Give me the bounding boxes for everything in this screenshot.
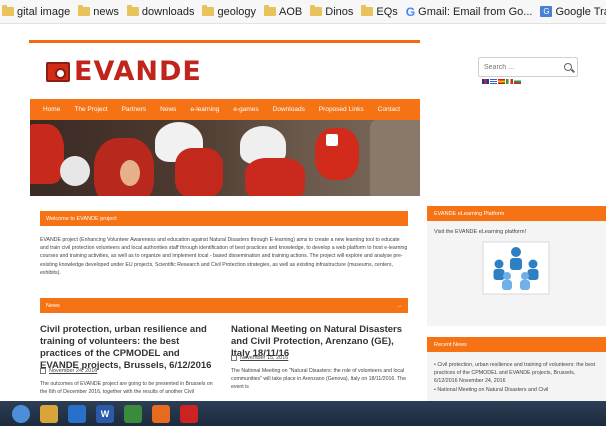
app-icon-red[interactable] <box>180 404 198 423</box>
search-icon[interactable] <box>564 63 572 71</box>
folder-icon <box>310 5 323 16</box>
calendar-icon <box>231 355 237 361</box>
bookmark-label: Google Translate <box>555 5 606 18</box>
search-input[interactable] <box>484 63 554 71</box>
elearning-heading: EVANDE eLearning Platform <box>427 206 606 221</box>
nav-item-the-project[interactable]: The Project <box>67 99 114 120</box>
post-date-1[interactable]: November 24, 2016 <box>40 368 97 374</box>
elearning-widget: EVANDE eLearning Platform Visit the EVAN… <box>427 206 606 326</box>
calendar-icon <box>40 368 46 374</box>
bookmark-label: news <box>93 5 119 18</box>
nav-item-contact[interactable]: Contact <box>371 99 407 120</box>
app-icon[interactable] <box>124 404 142 423</box>
bookmark-label: Dinos <box>325 5 354 18</box>
flag-uk-icon[interactable] <box>482 79 489 84</box>
site-logo[interactable]: EVANDE <box>46 56 202 87</box>
nav-item-home[interactable]: Home <box>36 99 67 120</box>
language-flags[interactable] <box>482 79 521 84</box>
post-title-1[interactable]: Civil protection, urban resilience and t… <box>40 324 218 372</box>
folder-icon <box>202 5 215 16</box>
word-icon[interactable]: W <box>96 404 114 423</box>
file-explorer-icon[interactable] <box>40 404 58 423</box>
nav-item-e-learning[interactable]: e-learning <box>183 99 226 120</box>
recent-news-item-text[interactable]: Civil protection, urban resilience and t… <box>434 362 595 384</box>
folder-icon <box>78 5 91 16</box>
bookmark-label: gital image <box>17 5 71 18</box>
news-heading-bar[interactable]: News → <box>40 298 408 313</box>
bookmark-item[interactable]: EQs <box>361 5 398 18</box>
nav-item-news[interactable]: News <box>153 99 183 120</box>
welcome-text: EVANDE project (Enhancing Volunteer Awar… <box>40 237 408 276</box>
flag-greece-icon[interactable] <box>490 79 497 84</box>
taskbar: W <box>0 401 606 426</box>
bookmark-label: Gmail: Email from Go... <box>418 5 533 18</box>
elearning-people-icon[interactable] <box>481 240 551 296</box>
recent-news-item[interactable]: • National Meeting on Natural Disasters … <box>427 386 606 394</box>
folder-icon <box>2 5 14 16</box>
bookmark-label: EQs <box>376 5 398 18</box>
welcome-heading: Welcome to EVANDE project <box>40 211 408 226</box>
arrow-right-icon[interactable]: → <box>397 303 403 309</box>
post-date-2[interactable]: November 15, 2016 <box>231 355 288 361</box>
bookmark-label: geology <box>217 5 257 18</box>
post-excerpt-1: The outcomes of EVANDE project are going… <box>40 381 213 396</box>
bookmark-item[interactable]: G Gmail: Email from Go... <box>406 5 533 19</box>
bookmark-item[interactable]: news <box>78 5 119 18</box>
nav-item-proposed-links[interactable]: Proposed Links <box>312 99 371 120</box>
recent-news-item-text[interactable]: National Meeting on Natural Disasters an… <box>437 387 548 393</box>
bookmark-label: AOB <box>279 5 303 18</box>
post-excerpt-2: The National Meeting on "Natural Disaste… <box>231 368 406 391</box>
flag-italy-icon[interactable] <box>506 79 513 84</box>
bookmark-item[interactable]: AOB <box>264 5 303 18</box>
hero-image <box>30 120 420 196</box>
folder-icon <box>126 5 139 16</box>
nav-item-e-games[interactable]: e-games <box>226 99 265 120</box>
recent-news-widget: Recent News • Civil protection, urban re… <box>427 337 606 401</box>
folder-icon <box>361 5 374 16</box>
start-orb-icon[interactable] <box>12 404 30 423</box>
bookmark-label: downloads <box>141 5 195 18</box>
bookmark-item[interactable]: geology <box>202 5 257 18</box>
news-heading: News <box>46 302 60 309</box>
post-date-text[interactable]: November 15, 2016 <box>240 355 288 361</box>
nav-item-downloads[interactable]: Downloads <box>266 99 312 120</box>
bookmark-item[interactable]: gital image <box>2 5 71 18</box>
evande-logo-icon <box>46 61 70 82</box>
browser-icon[interactable] <box>68 404 86 423</box>
google-icon: G <box>405 4 416 19</box>
logo-text: EVANDE <box>74 56 202 87</box>
bookmark-item[interactable]: downloads <box>126 5 195 18</box>
folder-icon <box>264 5 277 16</box>
flag-bulgaria-icon[interactable] <box>514 79 521 84</box>
recent-news-heading: Recent News <box>427 337 606 352</box>
google-translate-icon: G <box>540 6 553 17</box>
nav-item-partners[interactable]: Partners <box>115 99 154 120</box>
recent-news-item[interactable]: • Civil protection, urban resilience and… <box>427 361 606 386</box>
bookmark-item[interactable]: Dinos <box>310 5 354 18</box>
bookmarks-bar: gital image news downloads geology AOB Dinos E… <box>0 0 606 24</box>
main-nav: Home The Project Partners News e-learning e-g… <box>30 99 420 120</box>
firefox-icon[interactable] <box>152 404 170 423</box>
bookmark-item[interactable]: GGoogle Translate <box>540 6 606 18</box>
post-date-text[interactable]: November 24, 2016 <box>49 368 97 374</box>
search-box[interactable] <box>478 57 578 77</box>
flag-spain-icon[interactable] <box>498 79 505 84</box>
